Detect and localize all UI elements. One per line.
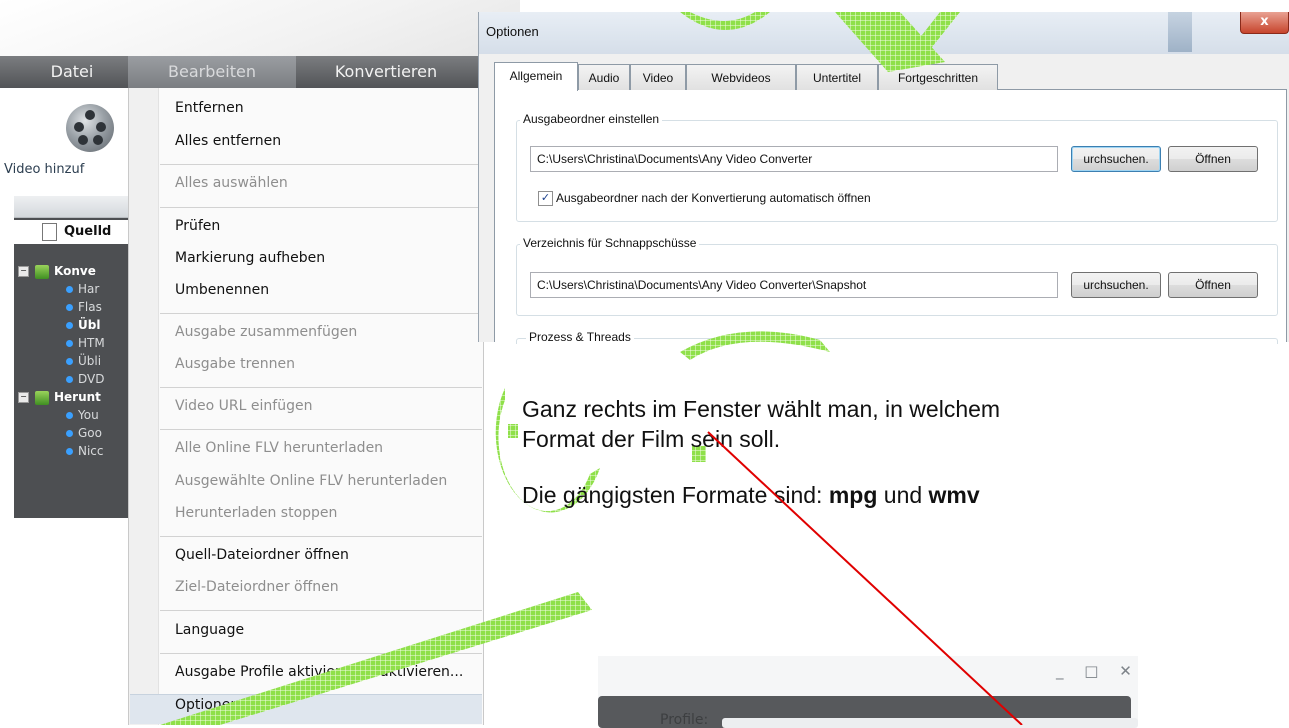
format-mpg: mpg — [828, 482, 878, 508]
instruction-line-2: Format der Film sein soll. — [522, 426, 781, 452]
window-controls-icon[interactable]: _ □ ✕ — [1056, 662, 1140, 680]
profile-dropdown[interactable] — [722, 718, 1138, 728]
watermark-shapes — [160, 12, 960, 725]
profile-label: Profile: — [660, 712, 709, 728]
instruction-line-1: Ganz rechts im Fenster wählt man, in wel… — [522, 396, 1001, 422]
format-wmv: wmv — [928, 482, 980, 508]
instruction-line-3: Die gängigsten Formate sind: mpg und wmv — [522, 482, 980, 508]
